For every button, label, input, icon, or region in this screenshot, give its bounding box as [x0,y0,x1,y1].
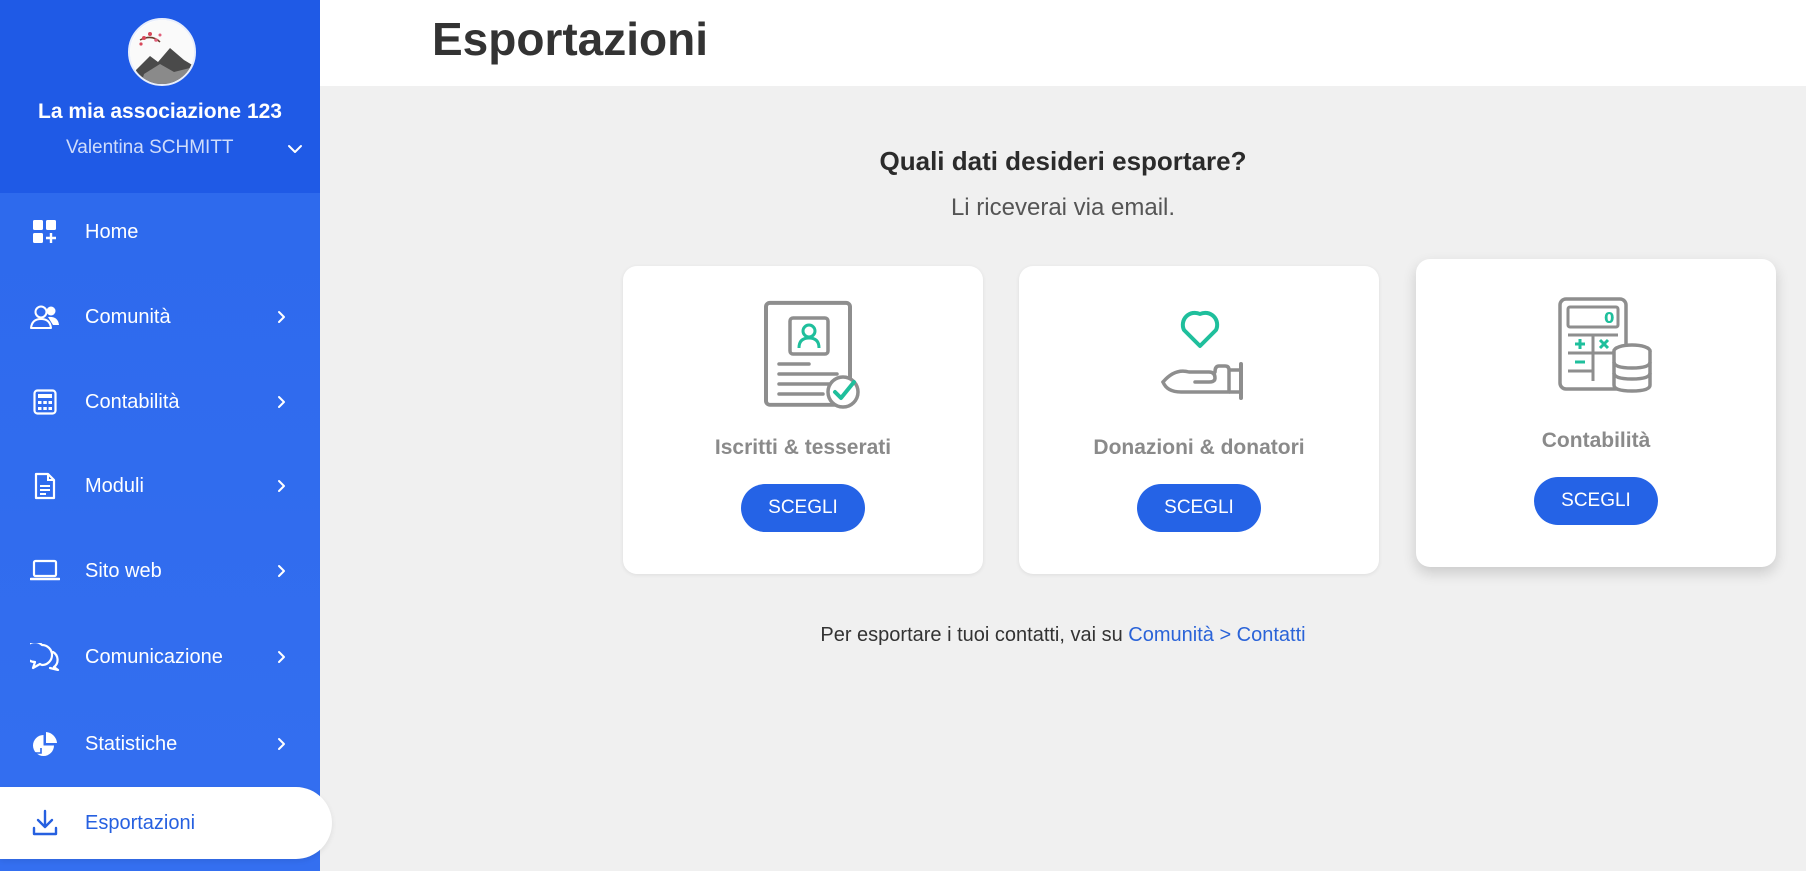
chevron-right-icon [278,480,285,492]
laptop-icon [30,556,60,586]
sidebar-item-label: Comunità [85,305,171,328]
footnote-text: Per esportare i tuoi contatti, vai su [820,624,1129,646]
export-card-donations[interactable]: Donazioni & donatori SCEGLI [1019,266,1379,574]
pie-chart-icon [30,729,60,759]
calculator-icon [30,387,60,417]
user-name[interactable]: Valentina SCHMITT [66,137,234,159]
users-icon [30,302,60,332]
svg-text:0: 0 [1604,309,1614,327]
member-card-icon [764,300,860,409]
sidebar-item-label: Statistiche [85,732,178,755]
card-title: Contabilità [1541,429,1651,452]
sidebar-item-moduli[interactable]: Moduli [0,456,320,516]
sidebar-header: La mia associazione 123 Valentina SCHMIT… [0,0,320,193]
choose-accounting-button[interactable]: SCEGLI [1534,477,1658,525]
chevron-down-icon[interactable] [286,140,304,158]
heart-hand-icon [1161,310,1243,400]
export-subtitle: Li riceverai via email. [950,194,1176,221]
card-title: Iscritti & tesserati [714,436,892,459]
download-icon [30,808,60,838]
sidebar-item-label: Contabilità [85,390,180,413]
chat-icon [30,642,60,672]
sidebar-item-label: Moduli [85,474,144,497]
calculator-coins-icon: 0 [1558,297,1652,393]
export-card-members[interactable]: Iscritti & tesserati SCEGLI [623,266,983,574]
avatar[interactable] [128,18,196,86]
page-header: Esportazioni [320,0,1806,86]
sidebar-item-label: Sito web [85,559,162,582]
export-card-accounting[interactable]: 0 Contabilità SCEGLI [1416,259,1776,567]
chevron-right-icon [278,738,285,750]
contacts-export-note: Per esportare i tuoi contatti, vai su Co… [320,624,1806,647]
choose-donations-button[interactable]: SCEGLI [1137,484,1261,532]
chevron-right-icon [278,565,285,577]
sidebar-item-esportazioni[interactable]: Esportazioni [0,787,332,859]
dashboard-icon [30,217,60,247]
sidebar: La mia associazione 123 Valentina SCHMIT… [0,0,332,871]
contacts-link[interactable]: Comunità > Contatti [1128,624,1305,646]
sidebar-item-contabilita[interactable]: Contabilità [0,372,320,432]
sidebar-item-home[interactable]: Home [0,202,320,262]
sidebar-item-comunita[interactable]: Comunità [0,287,320,347]
chevron-right-icon [278,311,285,323]
export-question: Quali dati desideri esportare? [879,146,1247,176]
organization-name: La mia associazione 123 [38,100,282,123]
chevron-right-icon [278,396,285,408]
page-title: Esportazioni [432,13,709,65]
sidebar-item-sito-web[interactable]: Sito web [0,541,320,601]
sidebar-item-label: Home [85,220,139,243]
document-icon [30,471,60,501]
sidebar-item-label: Esportazioni [85,811,196,834]
sidebar-item-label: Comunicazione [85,645,223,668]
choose-members-button[interactable]: SCEGLI [741,484,865,532]
card-title: Donazioni & donatori [1093,436,1305,459]
chevron-right-icon [278,651,285,663]
sidebar-item-statistiche[interactable]: Statistiche [0,714,320,774]
sidebar-item-comunicazione[interactable]: Comunicazione [0,627,320,687]
